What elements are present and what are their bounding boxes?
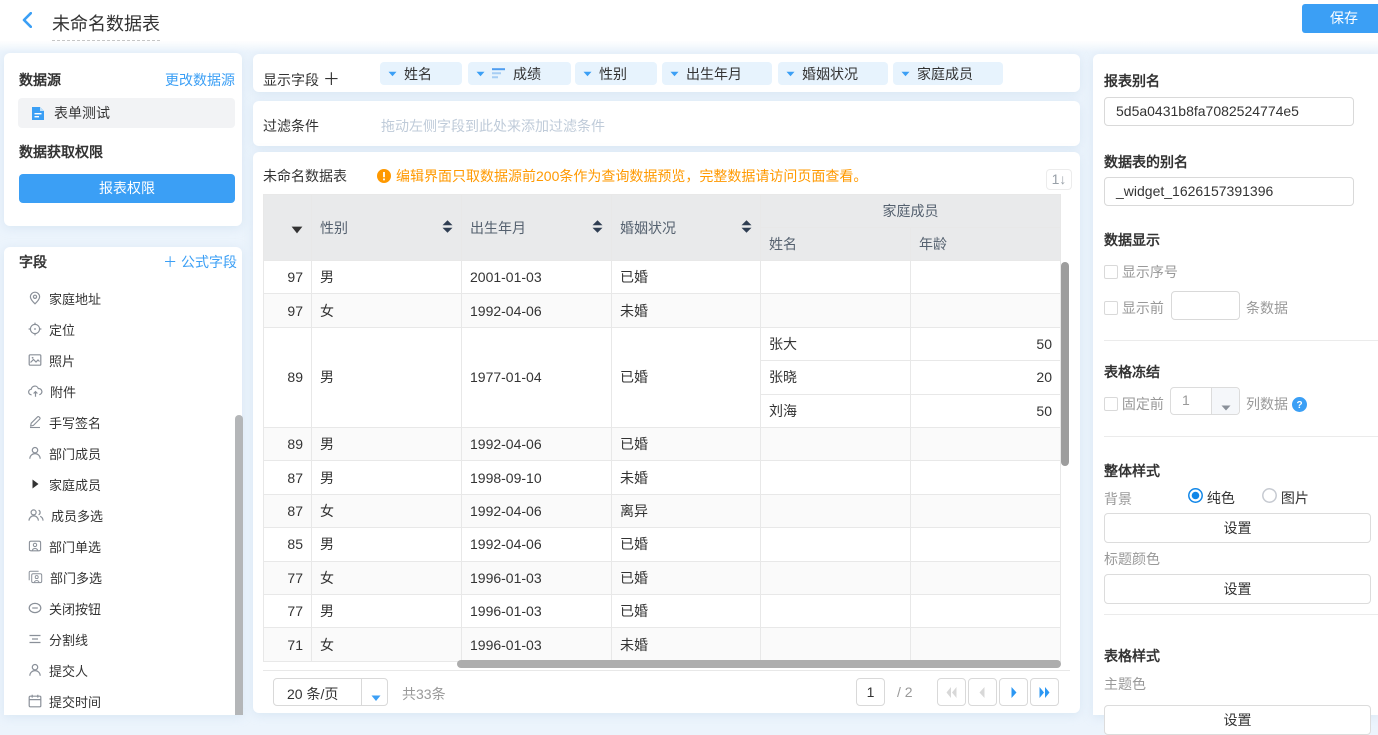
svg-text:?: ? [1296, 400, 1302, 411]
